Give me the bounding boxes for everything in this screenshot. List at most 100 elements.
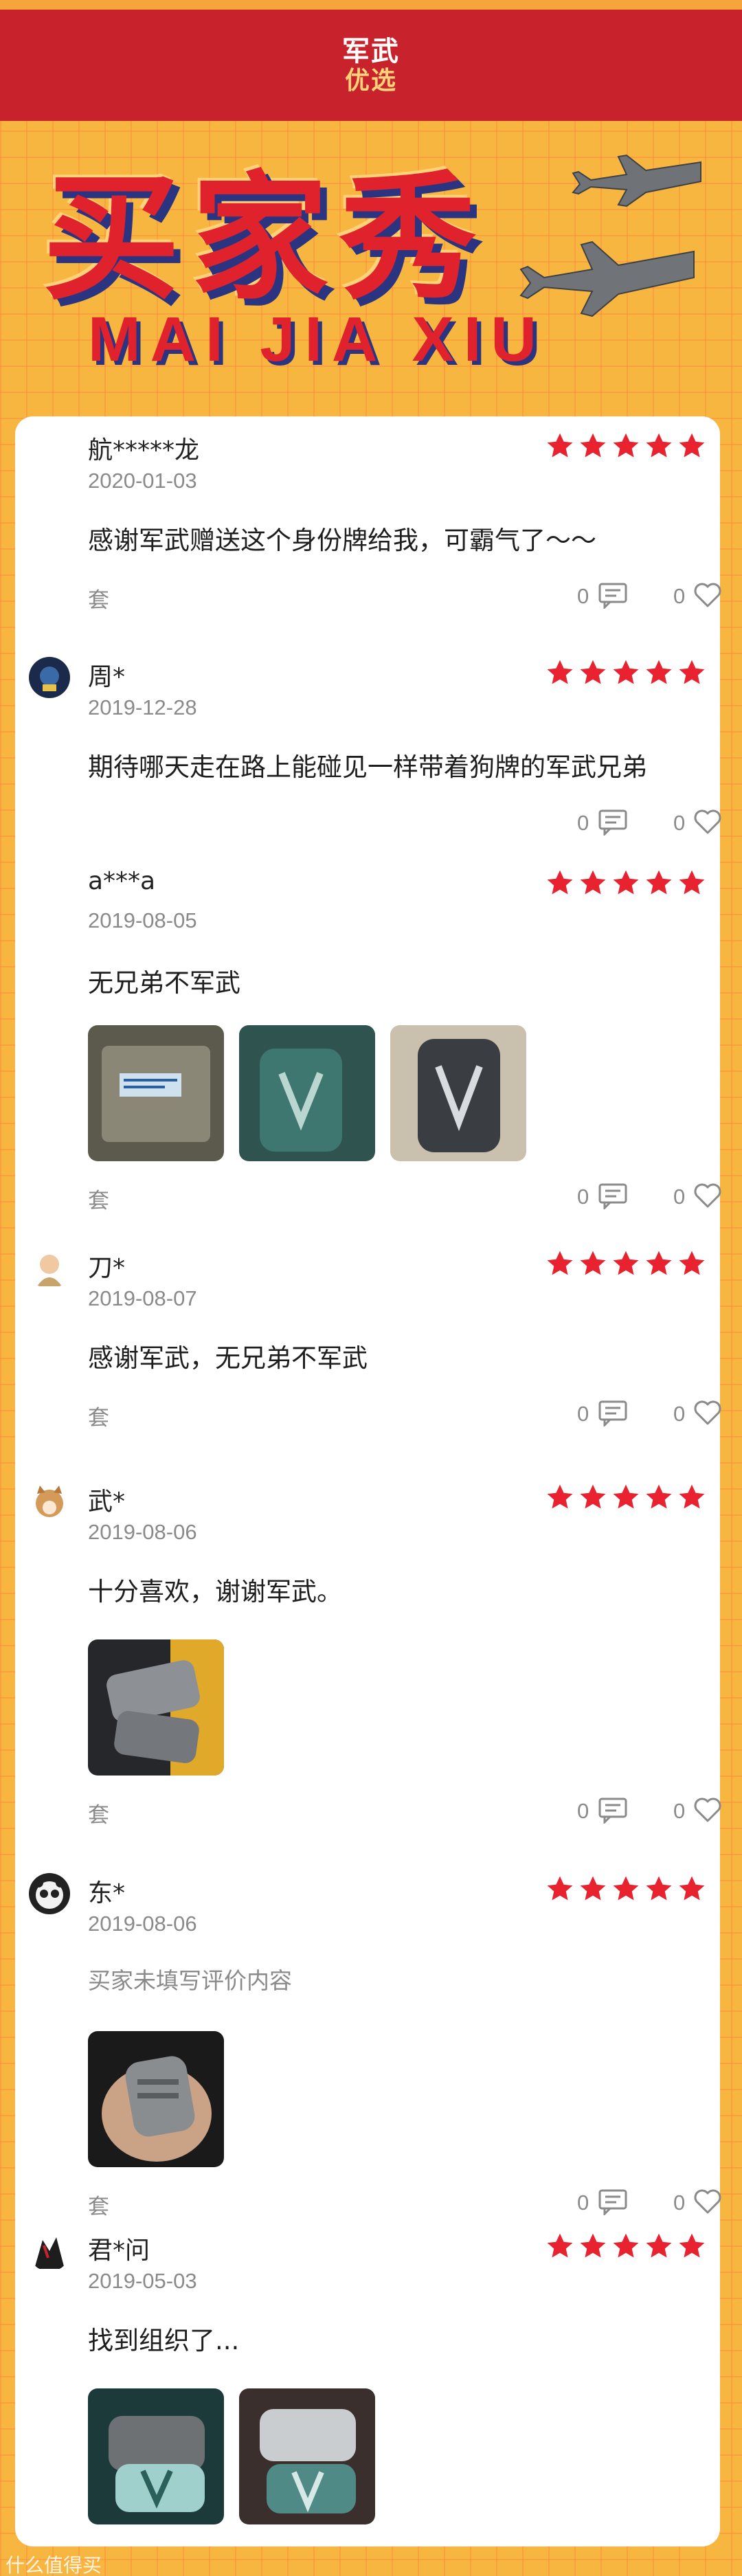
star-icon (646, 1484, 672, 1509)
star-rating (546, 432, 706, 460)
spec-label: 套 (88, 2195, 109, 2219)
comment-count: 0 (577, 1185, 589, 1209)
heart-icon[interactable] (693, 808, 723, 836)
star-icon (679, 1251, 705, 1275)
reviewer-name: a***a (88, 867, 156, 895)
reviewer-name: 君*问 (88, 2237, 150, 2265)
star-rating (546, 658, 706, 687)
review-text: 找到组织了... (88, 2326, 240, 2355)
heart-icon[interactable] (693, 1182, 723, 1209)
review-photos (88, 1639, 224, 1776)
review-photo[interactable] (88, 2031, 224, 2167)
review-text: 感谢军武，无兄弟不军武 (88, 1343, 368, 1373)
review-photo[interactable] (390, 1025, 526, 1161)
star-icon (580, 870, 606, 895)
reviewer-name: 周* (88, 663, 126, 691)
star-icon (547, 1251, 573, 1275)
review-date: 2019-08-05 (88, 908, 197, 932)
review-date: 2020-01-03 (88, 469, 197, 493)
spec-label: 套 (88, 1189, 109, 1213)
avatar (29, 1873, 70, 1914)
star-icon (613, 1484, 639, 1509)
star-icon (580, 2233, 606, 2258)
review-footer: 0 0 (88, 805, 721, 840)
reviewer-name: 航*****龙 (88, 436, 200, 464)
review-footer: 套 0 0 (88, 1396, 721, 1431)
star-icon (547, 1876, 573, 1901)
star-icon (646, 660, 672, 684)
comment-count: 0 (577, 584, 589, 608)
fighter-jet-icon (572, 154, 701, 208)
star-icon (580, 660, 606, 684)
comment-count: 0 (577, 1402, 589, 1426)
like-count: 0 (673, 811, 686, 835)
comment-count: 0 (577, 811, 589, 835)
star-icon (679, 1876, 705, 1901)
watermark: 什么值得买 (5, 2554, 102, 2576)
star-icon (679, 1484, 705, 1509)
star-icon (679, 433, 705, 458)
review-footer: 套 0 0 (88, 1793, 721, 1828)
heart-icon[interactable] (693, 581, 723, 609)
review-photos (88, 2031, 224, 2167)
review-text: 感谢军武赠送这个身份牌给我，可霸气了～～ (88, 526, 596, 555)
star-icon (679, 870, 705, 895)
heart-icon[interactable] (693, 1796, 723, 1824)
star-icon (580, 1484, 606, 1509)
review-photo[interactable] (88, 1025, 224, 1161)
star-icon (613, 1251, 639, 1275)
comment-count: 0 (577, 1799, 589, 1823)
star-icon (547, 2233, 573, 2258)
spec-label: 套 (88, 1803, 109, 1828)
star-icon (547, 433, 573, 458)
review-footer: 套 0 0 (88, 579, 721, 613)
star-rating (546, 2232, 706, 2261)
review-footer: 套 0 0 (88, 2185, 721, 2219)
star-rating (546, 869, 706, 897)
comment-icon[interactable] (598, 2188, 628, 2215)
star-icon (679, 660, 705, 684)
star-icon (547, 660, 573, 684)
star-icon (613, 433, 639, 458)
like-count: 0 (673, 584, 686, 608)
comment-icon[interactable] (598, 581, 628, 609)
star-rating (546, 1249, 706, 1278)
like-count: 0 (673, 1185, 686, 1209)
star-icon (646, 433, 672, 458)
reviewer-name: 武* (88, 1488, 126, 1516)
star-icon (580, 1876, 606, 1901)
avatar (29, 657, 70, 698)
review-footer: 套 0 0 (88, 1179, 721, 1213)
avatar (29, 1481, 70, 1523)
heart-icon[interactable] (693, 1399, 723, 1426)
review-photo[interactable] (88, 1639, 224, 1776)
brand-logo-line2: 优选 (344, 67, 397, 95)
comment-icon[interactable] (598, 1182, 628, 1209)
comment-icon[interactable] (598, 1796, 628, 1824)
review-photo[interactable] (88, 2388, 224, 2524)
hero-subtitle: MAI JIA XIU (88, 304, 546, 374)
hero-title: 买家秀 (43, 159, 488, 319)
comment-icon[interactable] (598, 808, 628, 836)
review-date: 2019-08-06 (88, 1520, 197, 1544)
heart-icon[interactable] (693, 2188, 723, 2215)
star-icon (547, 870, 573, 895)
review-text: 十分喜欢，谢谢军武。 (88, 1577, 342, 1606)
star-icon (646, 1251, 672, 1275)
star-icon (580, 1251, 606, 1275)
spec-label: 套 (88, 588, 109, 613)
star-icon (547, 1484, 573, 1509)
review-date: 2019-08-06 (88, 1912, 197, 1936)
comment-icon[interactable] (598, 1399, 628, 1426)
reviewer-name: 东* (88, 1879, 126, 1907)
star-icon (613, 660, 639, 684)
review-text: 无兄弟不军武 (88, 968, 240, 998)
star-rating (546, 1874, 706, 1903)
review-photo[interactable] (239, 1025, 375, 1161)
comment-count: 0 (577, 2191, 589, 2215)
avatar (29, 2230, 70, 2272)
star-icon (613, 870, 639, 895)
review-photo[interactable] (239, 2388, 375, 2524)
top-strip (0, 0, 742, 10)
like-count: 0 (673, 1402, 686, 1426)
